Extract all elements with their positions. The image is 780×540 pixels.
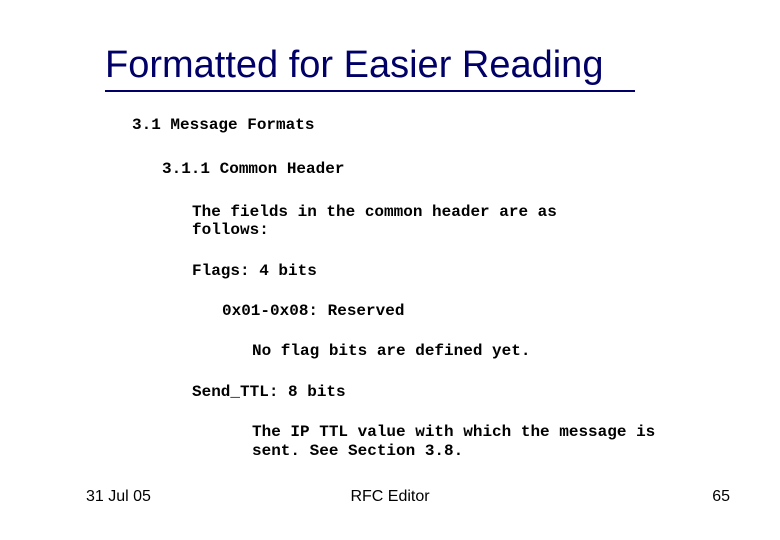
flags-field: Flags: 4 bits (192, 262, 730, 280)
footer-page-number: 65 (712, 488, 730, 506)
fields-intro: The fields in the common header are as f… (192, 203, 730, 240)
section-3-1-1: 3.1.1 Common Header (162, 160, 730, 178)
footer: 31 Jul 05 RFC Editor 65 (0, 486, 780, 506)
footer-center: RFC Editor (0, 488, 780, 506)
slide: Formatted for Easier Reading 3.1 Message… (0, 0, 780, 540)
fields-intro-line2: follows: (192, 221, 269, 239)
ttl-description: The IP TTL value with which the message … (252, 423, 730, 460)
section-3-1: 3.1 Message Formats (132, 116, 730, 134)
ttl-line2: sent. See Section 3.8. (252, 442, 463, 460)
slide-title: Formatted for Easier Reading (105, 44, 603, 87)
title-underline (105, 90, 635, 92)
no-flag-bits: No flag bits are defined yet. (252, 342, 730, 360)
fields-intro-line1: The fields in the common header are as (192, 203, 557, 221)
ttl-line1: The IP TTL value with which the message … (252, 423, 655, 441)
send-ttl-field: Send_TTL: 8 bits (192, 383, 730, 401)
reserved-range: 0x01-0x08: Reserved (222, 302, 730, 320)
slide-content: 3.1 Message Formats 3.1.1 Common Header … (132, 116, 730, 460)
